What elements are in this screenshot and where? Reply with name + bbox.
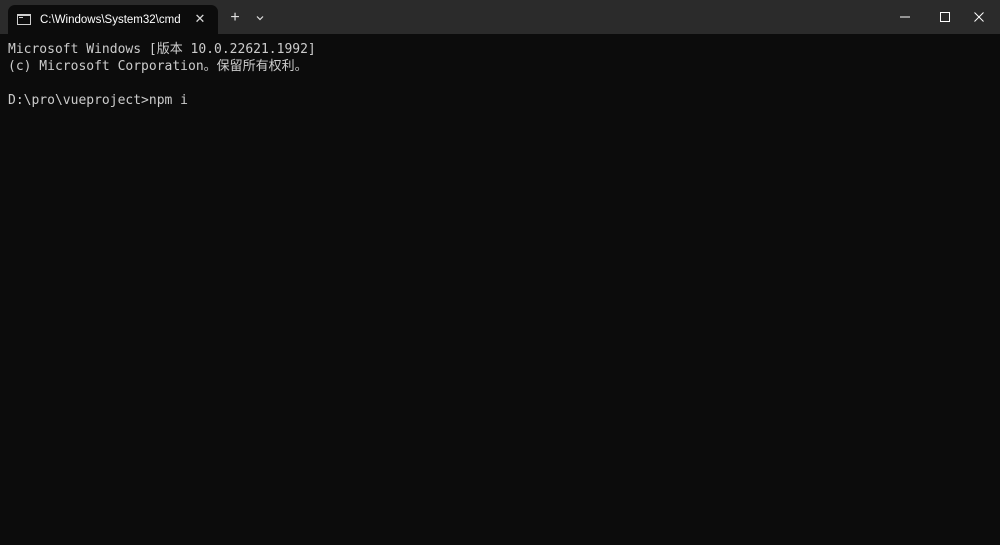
command-prompt-line: D:\pro\vueproject>npm i xyxy=(8,93,189,108)
terminal-output[interactable]: Microsoft Windows [版本 10.0.22621.1992] (… xyxy=(0,34,1000,545)
tab-title: C:\Windows\System32\cmd.e xyxy=(40,13,180,26)
terminal-line: Microsoft Windows [版本 10.0.22621.1992] xyxy=(8,42,316,57)
title-bar[interactable]: C:\Windows\System32\cmd.e ✕ + xyxy=(0,0,1000,34)
new-tab-button[interactable]: + xyxy=(226,9,244,27)
close-button[interactable] xyxy=(956,0,1000,34)
maximize-icon xyxy=(940,12,950,22)
terminal-window: C:\Windows\System32\cmd.e ✕ + Microsoft … xyxy=(0,0,1000,545)
tab-close-button[interactable]: ✕ xyxy=(192,11,208,27)
chevron-down-icon xyxy=(256,16,264,21)
console-icon xyxy=(17,14,31,25)
tab-cmd[interactable]: C:\Windows\System32\cmd.e ✕ xyxy=(8,5,218,34)
minimize-icon xyxy=(900,16,910,18)
terminal-line: (c) Microsoft Corporation。保留所有权利。 xyxy=(8,59,308,74)
tab-dropdown-button[interactable] xyxy=(252,10,268,26)
close-icon xyxy=(974,12,984,22)
